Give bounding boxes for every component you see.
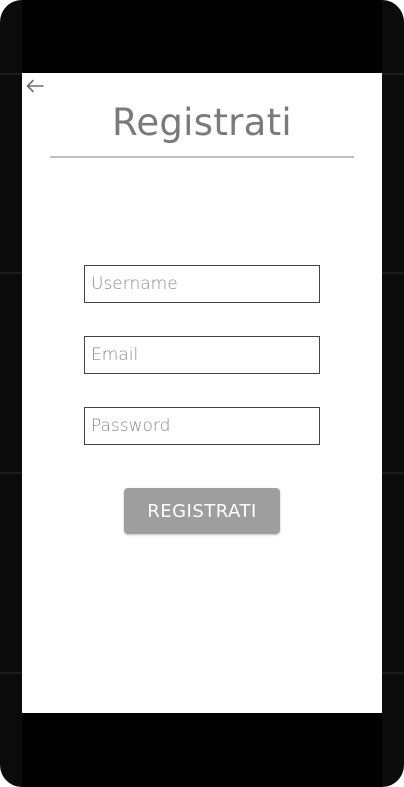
register-button[interactable]: REGISTRATI (124, 488, 280, 534)
frame-divider (382, 73, 404, 75)
app-screen: Registrati REGISTRATI (22, 73, 382, 713)
frame-divider (382, 672, 404, 674)
back-button[interactable] (24, 75, 46, 97)
frame-divider (0, 272, 22, 274)
frame-divider (382, 472, 404, 474)
title-divider (50, 156, 354, 158)
arrow-back-icon (26, 79, 44, 93)
password-input[interactable] (84, 407, 320, 445)
email-input[interactable] (84, 336, 320, 374)
bottom-bezel (22, 713, 382, 787)
username-input[interactable] (84, 265, 320, 303)
page-title: Registrati (111, 101, 293, 144)
device-frame: Registrati REGISTRATI (0, 0, 404, 787)
frame-divider (0, 672, 22, 674)
frame-divider (382, 272, 404, 274)
frame-divider (0, 73, 22, 75)
top-bezel (22, 0, 382, 73)
frame-divider (0, 472, 22, 474)
